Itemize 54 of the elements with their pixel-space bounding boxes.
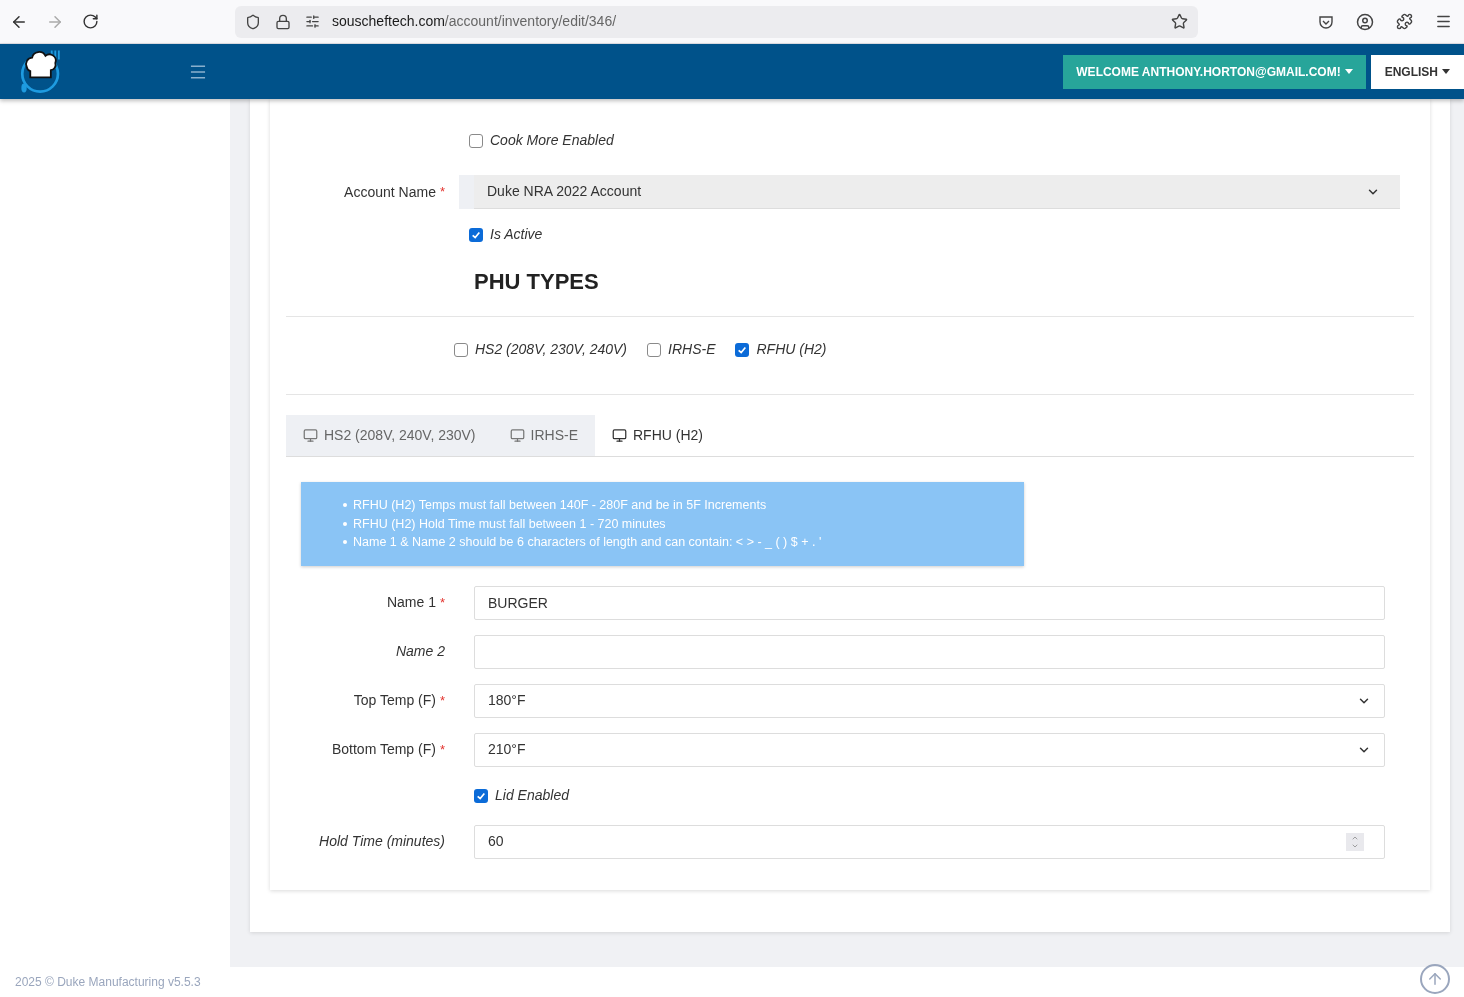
- checkbox[interactable]: [647, 342, 662, 357]
- select-field[interactable]: 210°F: [474, 732, 1385, 767]
- tab[interactable]: IRHS-E: [492, 415, 595, 456]
- checkbox[interactable]: [454, 342, 468, 357]
- bookmark-star-icon[interactable]: [1171, 13, 1188, 30]
- tab[interactable]: HS2 (208V, 240V, 230V): [286, 415, 493, 456]
- language-dropdown[interactable]: ENGLISH: [1370, 54, 1464, 89]
- monitor-icon: [509, 428, 525, 443]
- checkbox[interactable]: [474, 788, 488, 803]
- permissions-icon[interactable]: [305, 14, 320, 29]
- field-label: Top Temp (F): [353, 691, 436, 710]
- monitor-icon: [612, 428, 627, 443]
- field-label: Bottom Temp (F): [331, 740, 436, 759]
- shield-icon[interactable]: [245, 13, 261, 30]
- checkbox[interactable]: [735, 342, 750, 357]
- monitor-icon: [303, 428, 318, 443]
- checkbox-label: Lid Enabled: [495, 786, 569, 805]
- field-label: Name 2: [395, 642, 445, 661]
- field-label: Account Name: [344, 182, 436, 202]
- required-mark: *: [439, 691, 445, 710]
- checkbox[interactable]: [469, 227, 483, 242]
- required-mark: *: [439, 593, 445, 612]
- spinner-icon[interactable]: [1346, 832, 1364, 851]
- field-label: Hold Time (minutes): [319, 832, 445, 851]
- number-field[interactable]: 60: [474, 824, 1385, 859]
- text-field[interactable]: BURGER: [474, 585, 1385, 620]
- note-text: RFHU (H2) Hold Time must fall between 1 - 720 minutes: [353, 515, 666, 533]
- checkmark-icon: [471, 229, 481, 240]
- required-mark: *: [439, 740, 445, 759]
- checkbox-label: RFHU (H2): [756, 340, 827, 359]
- checkbox-label: Cook More Enabled: [490, 131, 614, 150]
- select-field[interactable]: Duke NRA 2022 Account: [459, 175, 1400, 209]
- url-text: souscheftech.com/account/inventory/edit/346/: [332, 12, 618, 31]
- checkmark-icon: [737, 344, 748, 355]
- menu-icon[interactable]: [1435, 13, 1452, 30]
- checkbox[interactable]: [469, 133, 483, 148]
- note-text: RFHU (H2) Temps must fall between 140F - 280F and be in 5F Increments: [353, 497, 767, 514]
- checkbox-label: HS2 (208V, 230V, 240V): [475, 340, 628, 359]
- reload-icon[interactable]: [82, 13, 99, 30]
- required-mark: *: [439, 183, 445, 202]
- note-text: Name 1 & Name 2 should be 6 characters of length and can contain: < > - _ ( ) $ + . ': [353, 534, 822, 551]
- lock-icon[interactable]: [275, 13, 291, 30]
- address-bar[interactable]: souscheftech.com/account/inventory/edit/346/: [235, 5, 1198, 38]
- section-title: PHU TYPES: [474, 268, 600, 296]
- select-field[interactable]: 180°F: [474, 683, 1385, 718]
- checkbox-label: Is Active: [490, 225, 543, 244]
- pocket-icon[interactable]: [1318, 13, 1334, 30]
- extensions-icon[interactable]: [1396, 13, 1413, 30]
- checkmark-icon: [476, 790, 486, 801]
- account-icon[interactable]: [1356, 12, 1374, 31]
- field-label: Name 1: [386, 593, 436, 612]
- checkbox-label: IRHS-E: [668, 340, 716, 359]
- text-field[interactable]: [474, 634, 1385, 669]
- footer-text: 2025 © Duke Manufacturing v5.5.3: [15, 974, 201, 991]
